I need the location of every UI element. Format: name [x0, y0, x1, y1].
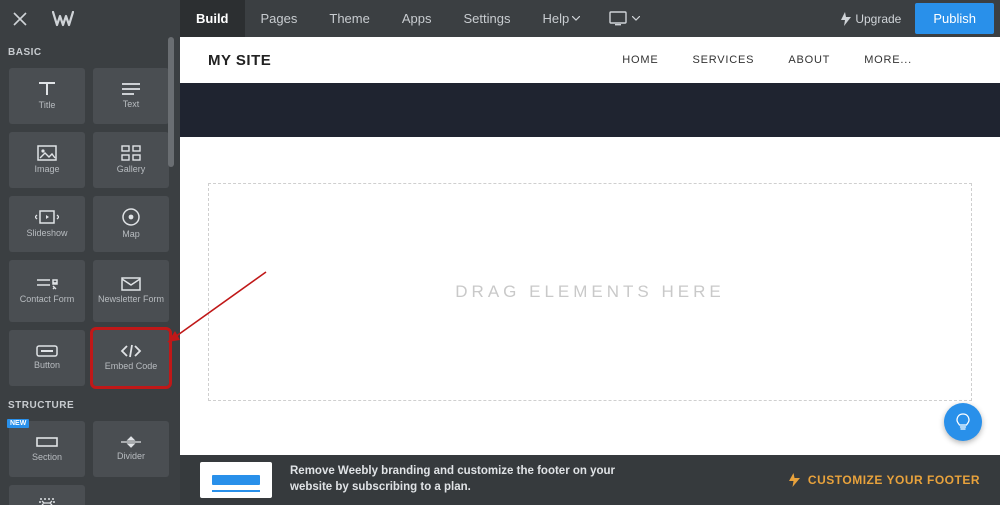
publish-button[interactable]: Publish — [915, 3, 994, 34]
embed-code-icon — [120, 344, 142, 358]
menu-pages[interactable]: Pages — [245, 0, 314, 37]
nav-about[interactable]: ABOUT — [788, 54, 830, 66]
element-gallery[interactable]: Gallery — [93, 132, 169, 188]
close-button[interactable] — [0, 0, 40, 37]
spacer-icon — [37, 496, 57, 505]
footer-upsell-bar: Remove Weebly branding and customize the… — [180, 455, 1000, 505]
new-badge: NEW — [7, 419, 29, 428]
help-fab[interactable] — [944, 403, 982, 441]
site-nav: HOME SERVICES ABOUT MORE... — [622, 54, 912, 66]
element-section[interactable]: NEW Section — [9, 421, 85, 477]
menu-settings[interactable]: Settings — [447, 0, 526, 37]
slideshow-icon — [35, 209, 59, 225]
site-canvas: MY SITE HOME SERVICES ABOUT MORE... DRAG… — [180, 37, 1000, 455]
divider-icon — [120, 436, 142, 448]
element-button[interactable]: Button — [9, 330, 85, 386]
nav-services[interactable]: SERVICES — [692, 54, 754, 66]
weebly-logo — [40, 0, 85, 37]
top-bar: Build Pages Theme Apps Settings Help Upg… — [0, 0, 1000, 37]
gallery-icon — [121, 145, 141, 161]
menu-apps[interactable]: Apps — [386, 0, 448, 37]
element-embed-code[interactable]: Embed Code — [93, 330, 169, 386]
map-icon — [122, 208, 140, 226]
menu-theme[interactable]: Theme — [313, 0, 385, 37]
nav-home[interactable]: HOME — [622, 54, 658, 66]
text-icon — [121, 82, 141, 96]
drop-zone-label: DRAG ELEMENTS HERE — [455, 282, 724, 302]
footer-upsell-text: Remove Weebly branding and customize the… — [290, 464, 630, 495]
device-preview-button[interactable] — [604, 0, 644, 37]
section-header-structure: STRUCTURE — [0, 390, 180, 417]
footer-thumbnail — [200, 462, 272, 498]
element-map[interactable]: Map — [93, 196, 169, 252]
element-contact-form[interactable]: Contact Form — [9, 260, 85, 322]
element-image[interactable]: Image — [9, 132, 85, 188]
section-header-basic: BASIC — [0, 37, 180, 64]
upgrade-button[interactable]: Upgrade — [827, 0, 915, 37]
site-header: MY SITE HOME SERVICES ABOUT MORE... — [180, 37, 1000, 83]
menu-build[interactable]: Build — [180, 0, 245, 37]
elements-sidebar: BASIC Title Text Image Gallery Slideshow… — [0, 37, 180, 505]
hero-band[interactable] — [180, 83, 1000, 137]
title-icon — [37, 81, 57, 97]
contact-form-icon — [36, 277, 58, 291]
newsletter-icon — [121, 277, 141, 291]
element-newsletter-form[interactable]: Newsletter Form — [93, 260, 169, 322]
customize-footer-button[interactable]: CUSTOMIZE YOUR FOOTER — [789, 473, 980, 487]
element-spacer[interactable] — [9, 485, 85, 505]
element-divider[interactable]: Divider — [93, 421, 169, 477]
element-title[interactable]: Title — [9, 68, 85, 124]
drop-zone[interactable]: DRAG ELEMENTS HERE — [208, 183, 972, 401]
section-icon — [36, 435, 58, 449]
element-text[interactable]: Text — [93, 68, 169, 124]
sidebar-scrollbar[interactable] — [168, 37, 174, 167]
lightbulb-icon — [954, 413, 972, 431]
main-menu: Build Pages Theme Apps Settings Help — [180, 0, 596, 37]
button-icon — [36, 345, 58, 357]
menu-help[interactable]: Help — [526, 0, 596, 37]
element-slideshow[interactable]: Slideshow — [9, 196, 85, 252]
image-icon — [37, 145, 57, 161]
site-title[interactable]: MY SITE — [208, 52, 271, 69]
nav-more[interactable]: MORE... — [864, 54, 912, 66]
